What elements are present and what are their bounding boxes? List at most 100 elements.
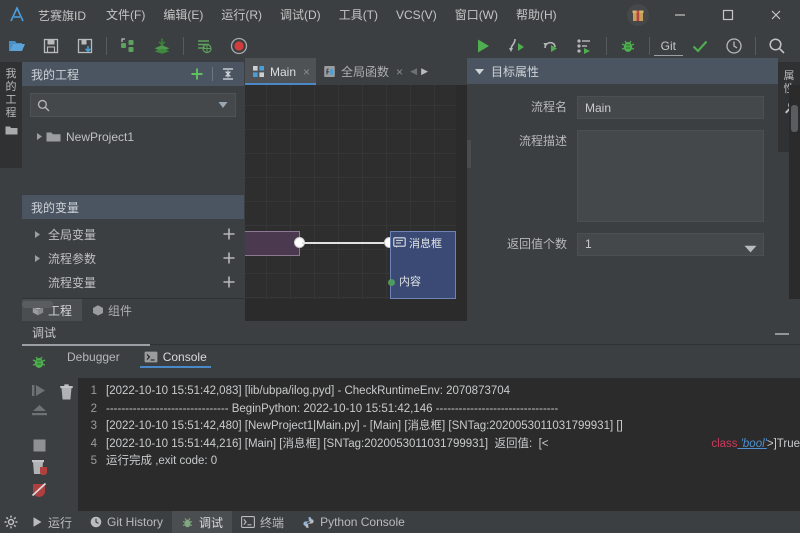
status-bar: 运行 Git History 调试 终端 Python Console — [0, 511, 800, 533]
tab-components[interactable]: 组件 — [82, 299, 142, 321]
tab-nav: ◀ ▶ — [408, 58, 430, 85]
check-icon[interactable] — [683, 32, 717, 60]
status-item-label: 调试 — [199, 515, 224, 530]
sidebar-tab-my-project[interactable]: 我 的 工 程 — [0, 62, 22, 168]
form-row-flow-name: 流程名 — [467, 96, 764, 119]
chevron-right-icon[interactable] — [32, 132, 46, 141]
menu-item-debug[interactable]: 调试(D) — [271, 0, 330, 30]
close-icon[interactable] — [752, 0, 800, 30]
status-item-label: 运行 — [48, 515, 73, 530]
filter-caret-icon[interactable] — [214, 99, 232, 111]
components-icon[interactable] — [111, 32, 145, 60]
maximize-icon[interactable] — [704, 0, 752, 30]
flow-description-label: 流程描述 — [518, 134, 567, 148]
step-over-icon[interactable] — [534, 32, 568, 60]
step-out-up-icon[interactable] — [31, 404, 48, 418]
resume-icon[interactable] — [31, 383, 48, 398]
menu-item-window[interactable]: 窗口(W) — [446, 0, 507, 30]
add-project-button[interactable] — [186, 63, 208, 85]
caret-down-icon[interactable] — [744, 242, 757, 256]
line-number: 3 — [90, 420, 97, 432]
canvas-vscroll-thumb[interactable] — [791, 105, 798, 132]
panel-splitter-handle[interactable] — [467, 140, 471, 168]
gift-icon[interactable] — [620, 0, 656, 30]
gear-icon[interactable] — [0, 511, 22, 533]
variable-row-flow-vars[interactable]: 流程变量 — [22, 270, 244, 294]
return-count-select[interactable]: 1 — [577, 233, 764, 256]
collapse-all-button[interactable] — [217, 63, 239, 85]
mute-breakpoints-icon[interactable] — [31, 482, 47, 498]
add-global-variable-button[interactable] — [220, 225, 238, 243]
search-input[interactable] — [55, 98, 214, 112]
tab-scroll-right-button[interactable]: ▶ — [419, 58, 430, 85]
message-node-content-port[interactable] — [388, 279, 395, 286]
search-icon[interactable] — [760, 32, 794, 60]
save-all-icon[interactable] — [68, 32, 102, 60]
stop-icon[interactable] — [32, 438, 47, 453]
toolbar-divider-4 — [648, 37, 650, 55]
canvas-vscrollbar[interactable] — [789, 85, 800, 299]
debug-bug-icon[interactable] — [611, 32, 645, 60]
editor-tab-main[interactable]: Main × — [245, 58, 317, 85]
properties-panel-header[interactable]: 目标属性 — [467, 58, 778, 84]
debug-bug-icon[interactable] — [30, 353, 48, 371]
app-logo-icon — [0, 0, 34, 30]
add-flow-variable-button[interactable] — [220, 273, 238, 291]
close-icon[interactable]: × — [303, 65, 310, 79]
flow-description-textarea[interactable] — [577, 130, 764, 222]
flow-canvas[interactable]: 消息框 内容 — [245, 85, 456, 299]
menu-item-help[interactable]: 帮助(H) — [507, 0, 566, 30]
menu-item-file[interactable]: 文件(F) — [97, 0, 154, 30]
chevron-down-icon[interactable] — [473, 65, 486, 78]
debug-tool-column-2 — [55, 378, 77, 511]
tree-item-newproject1[interactable]: NewProject1 — [28, 126, 244, 147]
git-button[interactable]: Git — [653, 36, 683, 56]
step-into-icon[interactable] — [500, 32, 534, 60]
project-search-box[interactable] — [30, 93, 236, 117]
console-output[interactable]: 1 [2022-10-10 15:51:42,083] [lib/ubpa/il… — [78, 378, 800, 511]
variable-row-global[interactable]: 全局变量 — [22, 222, 244, 246]
chevron-right-icon[interactable] — [30, 254, 44, 263]
status-item-terminal[interactable]: 终端 — [232, 511, 293, 533]
status-item-git-history[interactable]: Git History — [81, 511, 172, 533]
chevron-right-icon[interactable] — [30, 230, 44, 239]
message-box-node-title: 消息框 — [391, 232, 455, 254]
flow-name-input[interactable] — [577, 96, 764, 119]
toolbar-divider — [106, 37, 107, 55]
message-box-node[interactable]: 消息框 内容 — [388, 231, 456, 299]
canvas-hscrollbar[interactable] — [245, 299, 456, 310]
run-icon[interactable] — [466, 32, 500, 60]
record-icon[interactable] — [222, 32, 256, 60]
menu-item-tools[interactable]: 工具(T) — [330, 0, 387, 30]
project-panel-title: 我的工程 — [31, 67, 80, 82]
tab-scroll-left-button[interactable]: ◀ — [408, 58, 419, 85]
menu-item-vcs[interactable]: VCS(V) — [387, 0, 446, 30]
debug-panel-title: 调试 — [32, 326, 57, 340]
variable-row-flow-params[interactable]: 流程参数 — [22, 246, 244, 270]
save-icon[interactable] — [34, 32, 68, 60]
download-package-icon[interactable] — [145, 32, 179, 60]
menu-item-run[interactable]: 运行(R) — [212, 0, 271, 30]
debug-panel-minimize-button[interactable] — [774, 328, 790, 338]
tab-debugger[interactable]: Debugger — [55, 350, 132, 368]
add-flow-param-button[interactable] — [220, 249, 238, 267]
minimize-icon[interactable] — [656, 0, 704, 30]
status-item-python-console[interactable]: Python Console — [293, 511, 414, 533]
open-folder-icon[interactable] — [0, 32, 34, 60]
trash-shield-icon[interactable] — [31, 459, 48, 476]
start-node[interactable] — [245, 231, 300, 256]
clock-icon[interactable] — [717, 32, 751, 60]
editor-tab-global-functions[interactable]: 全局函数 × ◀ ▶ — [316, 58, 436, 85]
editor-tab-label: Main — [270, 64, 297, 79]
trash-icon[interactable] — [59, 384, 74, 400]
status-item-run[interactable]: 运行 — [22, 511, 81, 533]
canvas-hscroll-thumb[interactable] — [22, 301, 53, 308]
status-item-debug[interactable]: 调试 — [172, 511, 233, 533]
close-icon[interactable]: × — [396, 65, 403, 79]
step-out-icon[interactable] — [568, 32, 602, 60]
menu-item-edit[interactable]: 编辑(E) — [154, 0, 212, 30]
python-icon — [302, 516, 315, 529]
window-controls — [620, 0, 800, 30]
tab-console[interactable]: Console — [132, 350, 219, 368]
settings-list-icon[interactable] — [188, 32, 222, 60]
